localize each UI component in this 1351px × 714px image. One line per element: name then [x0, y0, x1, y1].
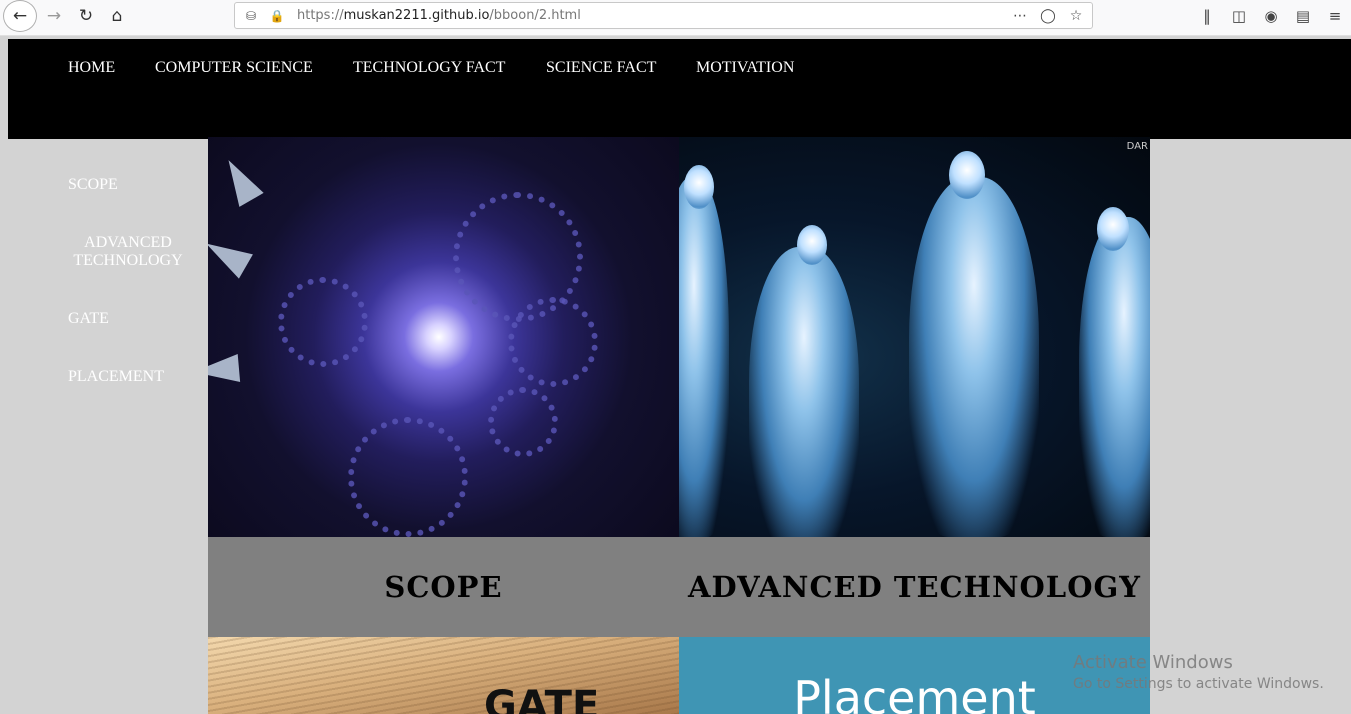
- menu-icon[interactable]: ≡: [1319, 4, 1351, 28]
- book-page-texture: [208, 637, 679, 714]
- bookmark-star-icon[interactable]: ☆: [1066, 6, 1086, 26]
- side-item-advanced-technology[interactable]: ADVANCED TECHNOLOGY: [72, 234, 184, 270]
- account-icon[interactable]: ◉: [1255, 4, 1287, 28]
- shard-shape: [208, 354, 241, 386]
- browser-toolbar: ← → ↻ ⌂ ⛁ 🔒 https://muskan2211.github.io…: [0, 0, 1351, 36]
- back-icon[interactable]: ←: [3, 0, 37, 32]
- figure-shape: [679, 177, 729, 537]
- side-item-gate[interactable]: GATE: [68, 310, 109, 328]
- sidebar-icon[interactable]: ◫: [1223, 4, 1255, 28]
- side-item-placement[interactable]: PLACEMENT: [68, 368, 164, 386]
- figure-head: [684, 165, 714, 209]
- shield-icon[interactable]: ⛁: [241, 6, 261, 26]
- activate-title: Activate Windows: [1073, 652, 1233, 673]
- shard-shape: [216, 153, 264, 207]
- advanced-technology-caption[interactable]: ADVANCED TECHNOLOGY: [679, 537, 1150, 637]
- gear-shape: [488, 387, 558, 457]
- gate-image-text: GATE: [484, 683, 600, 714]
- activate-windows-watermark: Activate Windows Go to Settings to activ…: [1073, 652, 1324, 692]
- image-watermark: DAR: [1126, 141, 1148, 152]
- extension-icon[interactable]: ▤: [1287, 4, 1319, 28]
- more-icon[interactable]: ⋯: [1010, 6, 1030, 26]
- nav-computer-science[interactable]: COMPUTER SCIENCE: [155, 59, 313, 77]
- reload-icon[interactable]: ↻: [70, 2, 102, 30]
- gear-shape: [278, 277, 368, 367]
- library-icon[interactable]: ‖: [1191, 4, 1223, 28]
- url-text[interactable]: https://muskan2211.github.io/bboon/2.htm…: [297, 8, 581, 23]
- lock-icon[interactable]: 🔒: [267, 6, 287, 26]
- side-navigation: SCOPE ADVANCED TECHNOLOGY GATE PLACEMENT: [8, 139, 208, 714]
- url-prefix: https://: [297, 8, 344, 23]
- figure-shape: [1079, 217, 1150, 537]
- top-navigation: HOME COMPUTER SCIENCE TECHNOLOGY FACT SC…: [8, 39, 1351, 139]
- pocket-icon[interactable]: ◯: [1038, 6, 1058, 26]
- url-host: muskan2211.github.io: [343, 8, 490, 23]
- gear-shape: [348, 417, 468, 537]
- activate-subtitle: Go to Settings to activate Windows.: [1073, 676, 1324, 692]
- address-bar[interactable]: ⛁ 🔒 https://muskan2211.github.io/bboon/2…: [234, 2, 1093, 29]
- figure-head: [949, 151, 985, 199]
- gate-image[interactable]: GATE: [208, 637, 679, 714]
- url-path: /bboon/2.html: [489, 8, 581, 23]
- side-item-scope[interactable]: SCOPE: [68, 176, 118, 194]
- advanced-technology-image[interactable]: DAR: [679, 137, 1150, 537]
- nav-technology-fact[interactable]: TECHNOLOGY FACT: [353, 59, 505, 77]
- scope-image[interactable]: [208, 137, 679, 537]
- nav-motivation[interactable]: MOTIVATION: [696, 59, 794, 77]
- advanced-caption-text: ADVANCED TECHNOLOGY: [688, 570, 1141, 604]
- figure-shape: [909, 177, 1039, 537]
- scope-caption-text: SCOPE: [384, 570, 503, 604]
- nav-science-fact[interactable]: SCIENCE FACT: [546, 59, 656, 77]
- figure-head: [797, 225, 827, 265]
- home-icon[interactable]: ⌂: [101, 2, 133, 30]
- figure-head: [1097, 207, 1129, 251]
- nav-home[interactable]: HOME: [68, 59, 115, 77]
- shard-shape: [208, 231, 253, 279]
- figure-shape: [749, 247, 859, 537]
- gear-shape: [508, 297, 598, 387]
- forward-icon[interactable]: →: [38, 2, 70, 30]
- scope-caption[interactable]: SCOPE: [208, 537, 679, 637]
